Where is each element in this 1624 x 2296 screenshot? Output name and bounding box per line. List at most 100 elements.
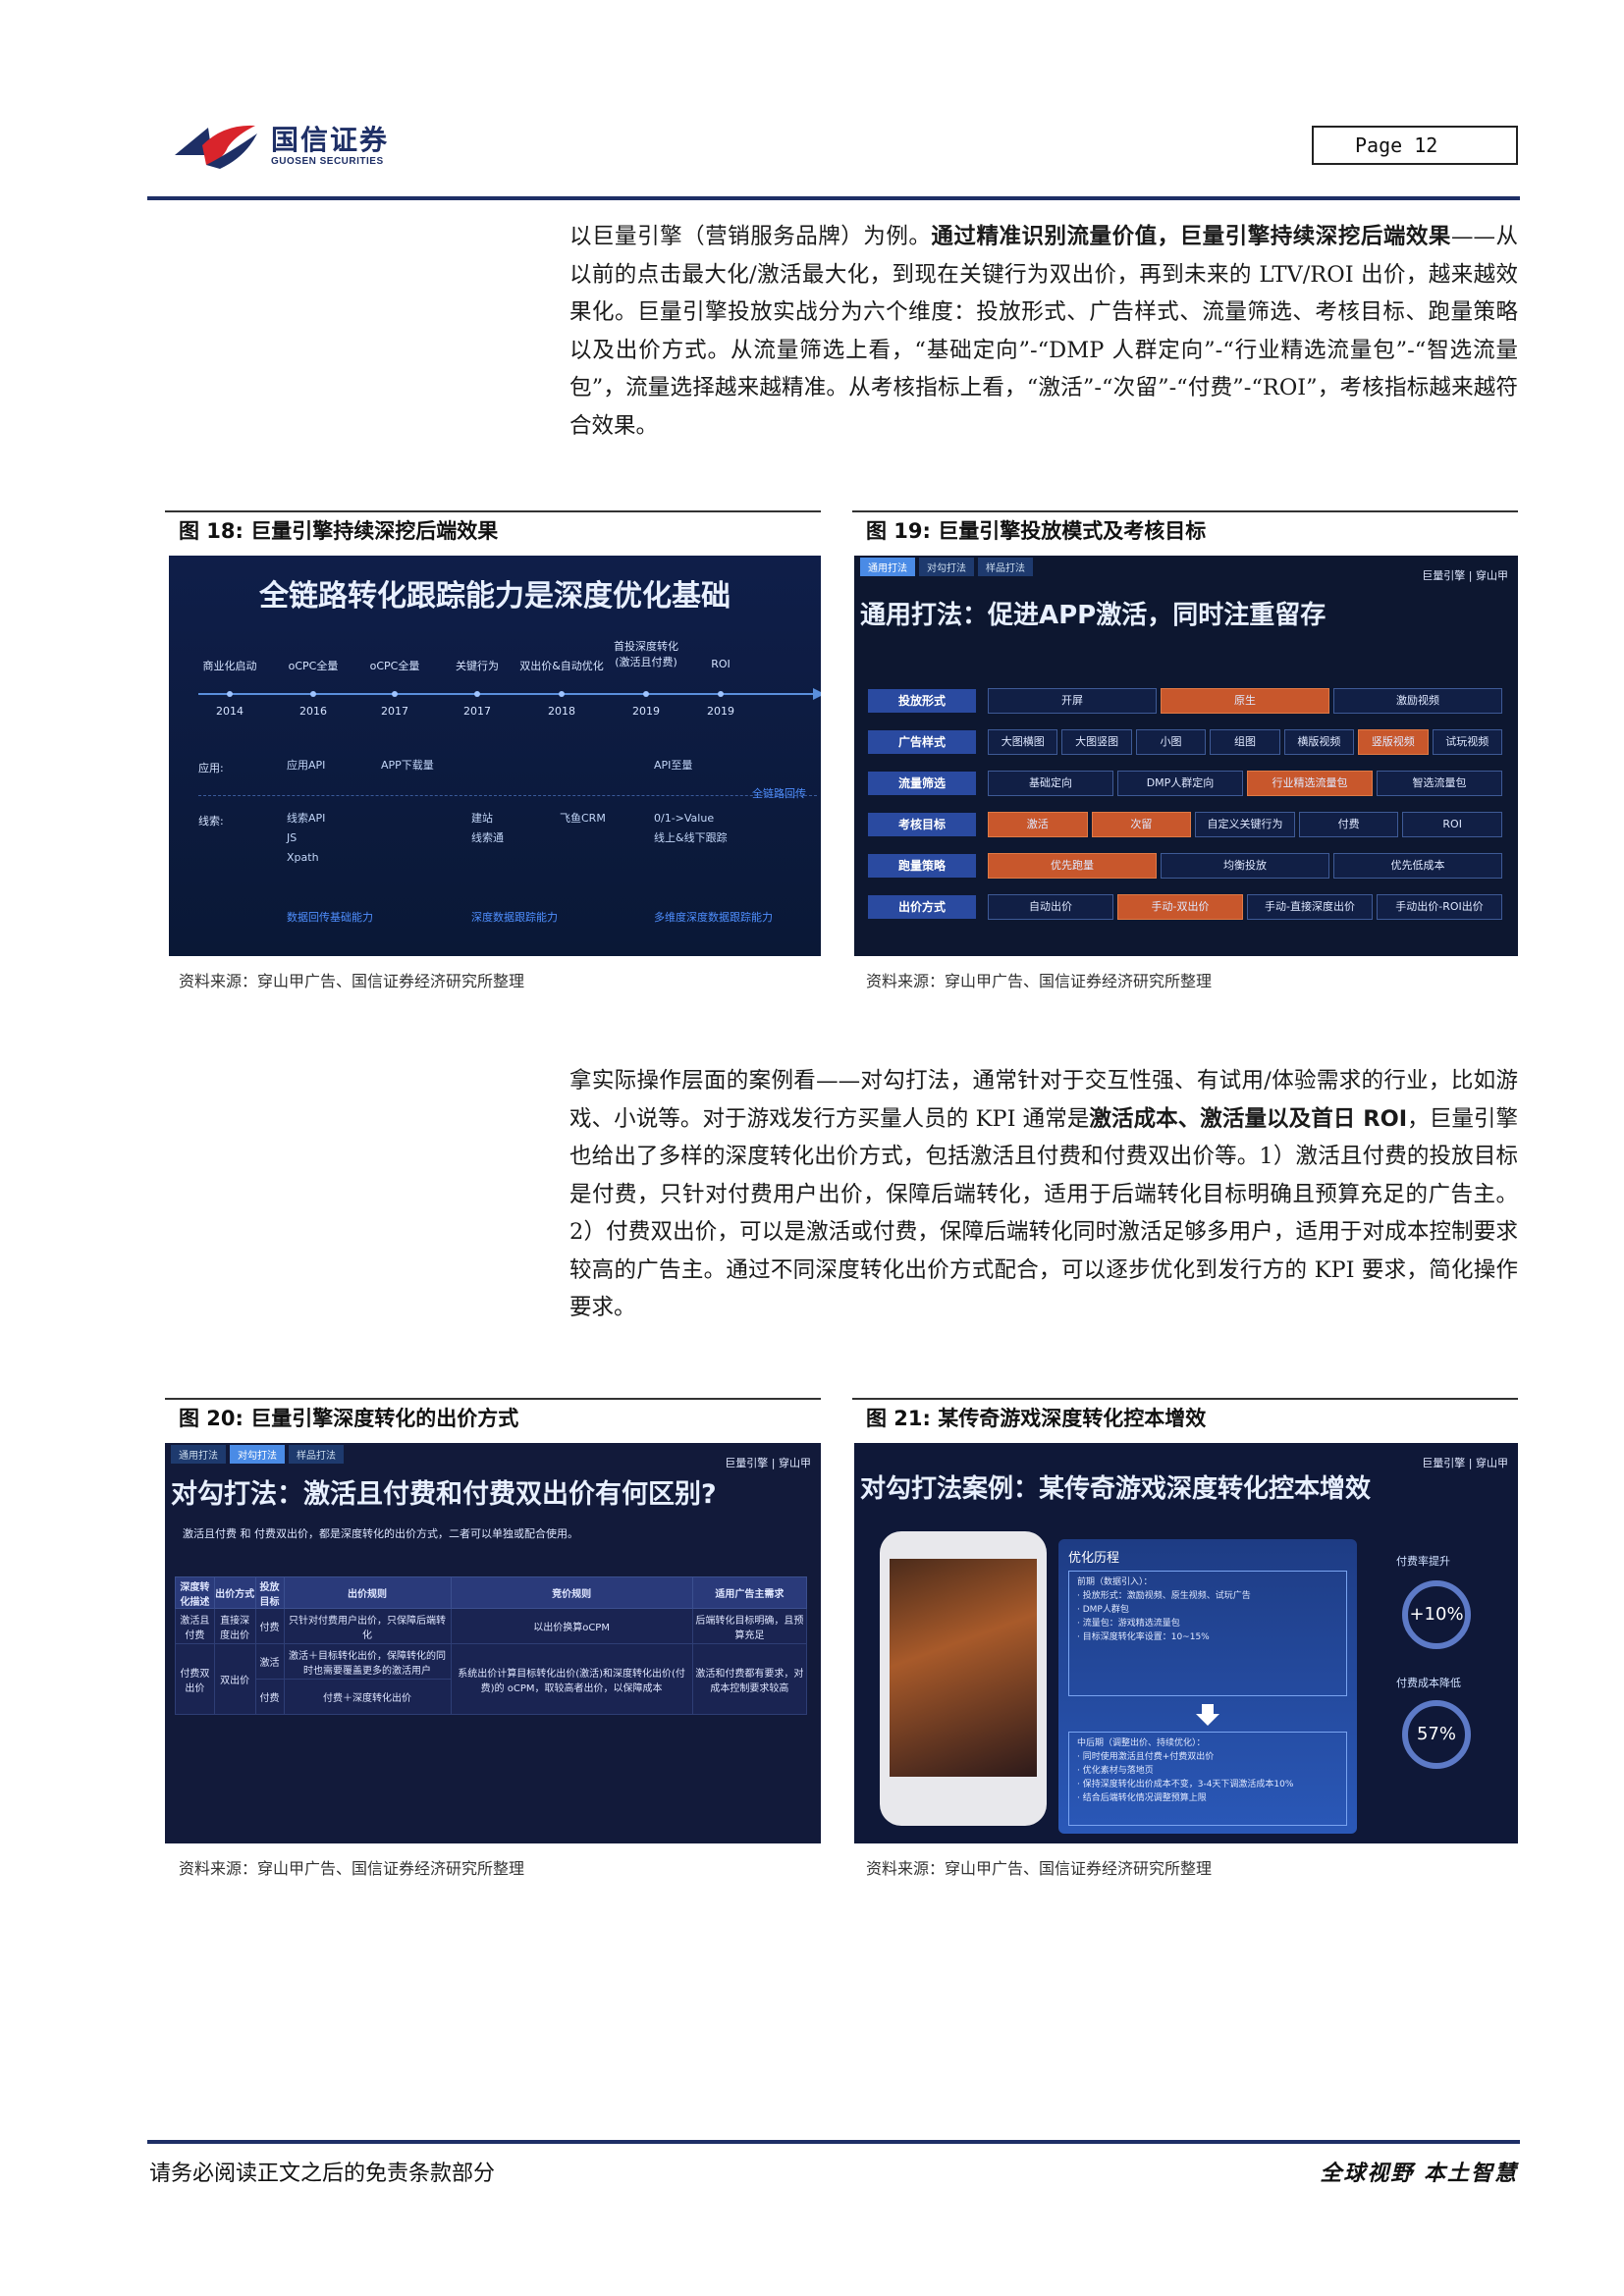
fig19-cell: 优先低成本 xyxy=(1333,853,1502,879)
fig19-cell-selected: 激活 xyxy=(988,812,1088,837)
fig19-cell: 手动出价-ROI出价 xyxy=(1377,894,1502,920)
fig21-title: 图 21: 某传奇游戏深度转化控本增效 xyxy=(866,1407,1207,1430)
fig19-grid: 投放形式 开屏 原生 激励视频 广告样式 大图横图 大图竖图 小图 组图 横版视… xyxy=(868,687,1502,934)
fig18-cell: 应用API xyxy=(287,759,326,772)
fig19-cell: 基础定向 xyxy=(988,771,1113,796)
fig19-row-label: 广告样式 xyxy=(868,730,976,754)
fig20-tab: 通用打法 xyxy=(171,1445,226,1464)
fig20-tab: 对勾打法 xyxy=(230,1445,285,1464)
fig18-node: ROI xyxy=(711,658,731,670)
fig20-image: 通用打法 对勾打法 样品打法 巨量引擎 | 穿山甲 对勾打法：激活且付费和付费双… xyxy=(165,1443,821,1843)
fig19-cell-selected: 原生 xyxy=(1161,688,1329,714)
fig19-source: 资料来源：穿山甲广告、国信证券经济研究所整理 xyxy=(866,972,1213,990)
fig18-slide-title: 全链路转化跟踪能力是深度优化基础 xyxy=(259,579,731,614)
fig20-th: 适用广告主需求 xyxy=(691,1576,808,1609)
fig20-header-row: 深度转化描述 出价方式 投放目标 出价规则 竞价规则 适用广告主需求 xyxy=(175,1576,808,1609)
fig20-brand: 巨量引擎 | 穿山甲 xyxy=(725,1457,811,1469)
fig20-title: 图 20: 巨量引擎深度转化的出价方式 xyxy=(179,1407,519,1430)
fig19-cell-selected: 次留 xyxy=(1091,812,1192,837)
logo-english-name: GUOSEN SECURITIES xyxy=(271,155,384,167)
fig19-row-label: 跑量策略 xyxy=(868,854,976,878)
fig19-row: 出价方式 自动出价 手动-双出价 手动-直接深度出价 手动出价-ROI出价 xyxy=(868,893,1502,921)
fig19-cell: ROI xyxy=(1402,812,1502,837)
fig18-timeline-dot xyxy=(559,691,565,697)
para2-bold: 激活成本、激活量以及首日 ROI xyxy=(1089,1105,1408,1132)
fig20-tabs: 通用打法 对勾打法 样品打法 xyxy=(171,1445,344,1464)
fig20-td: 以出价换算oCPM xyxy=(450,1608,693,1644)
fig21-source: 资料来源：穿山甲广告、国信证券经济研究所整理 xyxy=(866,1859,1213,1878)
fig18-timeline-arrowhead xyxy=(813,688,821,700)
fig20-td: 激活和付费都有要求，对成本控制要求较高 xyxy=(691,1643,808,1715)
fig19-cell: 开屏 xyxy=(988,688,1157,714)
fig18-highlight: 深度数据跟踪能力 xyxy=(471,911,558,924)
fig18-highlight: 全链路回传 xyxy=(752,787,806,800)
guosen-logo-icon xyxy=(175,125,257,169)
fig20-th: 出价方式 xyxy=(213,1576,256,1609)
fig19-row: 投放形式 开屏 原生 激励视频 xyxy=(868,687,1502,715)
header-divider xyxy=(147,196,1520,200)
fig19-cell: 均衡投放 xyxy=(1161,853,1329,879)
fig21-metric2-label: 付费成本降低 xyxy=(1396,1677,1461,1689)
fig20-td: 付费 xyxy=(254,1608,285,1644)
fig21-panel-title: 优化历程 xyxy=(1068,1551,1120,1566)
logo-chinese-name: 国信证券 xyxy=(271,123,390,156)
fig18-node: 关键行为 xyxy=(456,660,499,672)
fig18-highlight: 多维度深度数据跟踪能力 xyxy=(654,911,773,924)
fig18-top-rule xyxy=(165,510,821,512)
fig21-top-rule xyxy=(852,1398,1518,1400)
fig21-brand: 巨量引擎 | 穿山甲 xyxy=(1422,1457,1508,1469)
fig20-th: 深度转化描述 xyxy=(175,1576,215,1609)
fig18-cell: APP下载量 xyxy=(381,759,434,772)
fig19-top-rule xyxy=(852,510,1518,512)
fig18-source: 资料来源：穿山甲广告、国信证券经济研究所整理 xyxy=(179,972,525,990)
page-number: Page 12 xyxy=(1312,126,1518,165)
fig19-cell-selected: 行业精选流量包 xyxy=(1247,771,1373,796)
fig18-row-label: 线索: xyxy=(198,815,224,828)
footer-disclaimer: 请务必阅读正文之后的免责条款部分 xyxy=(149,2162,496,2186)
fig18-year: 2018 xyxy=(548,705,575,718)
fig20-td: 激活＋目标转化出价，保障转化的同时也需要覆盖更多的激活用户 xyxy=(283,1643,452,1680)
fig18-title: 图 18: 巨量引擎持续深挖后端效果 xyxy=(179,519,499,543)
fig20-td: 直接深度出价 xyxy=(213,1608,256,1644)
fig20-td: 只针对付费用户出价，只保障后端转化 xyxy=(283,1608,452,1644)
fig20-slide-title: 对勾打法：激活且付费和付费双出价有何区别? xyxy=(171,1479,717,1510)
para1-bold: 通过精准识别流量价值，巨量引擎持续深挖后端效果 xyxy=(931,224,1451,249)
fig20-source: 资料来源：穿山甲广告、国信证券经济研究所整理 xyxy=(179,1859,525,1878)
fig19-row: 考核目标 激活 次留 自定义关键行为 付费 ROI xyxy=(868,811,1502,838)
fig19-cell: 大图横图 xyxy=(988,729,1058,755)
fig19-cell: 手动-直接深度出价 xyxy=(1247,894,1373,920)
fig19-cell-selected: 手动-双出价 xyxy=(1117,894,1243,920)
fig18-cell: 0/1->Value 线上&线下跟踪 xyxy=(654,812,728,844)
fig19-title: 图 19: 巨量引擎投放模式及考核目标 xyxy=(866,519,1207,543)
fig18-divider xyxy=(198,795,817,796)
fig18-cell: 建站 线索通 xyxy=(471,812,504,844)
fig21-box-late: 中后期（调整出价、持续优化）： · 同时使用激活且付费+付费双出价 · 优化素材… xyxy=(1068,1732,1347,1826)
fig18-timeline-dot xyxy=(718,691,724,697)
fig20-td: 激活 xyxy=(254,1643,285,1680)
fig19-cell-selected: 竖版视频 xyxy=(1358,729,1429,755)
fig20-td: 后端转化目标明确，且预算充足 xyxy=(691,1608,808,1644)
fig18-cell: API至量 xyxy=(654,759,693,772)
fig20-tab: 样品打法 xyxy=(289,1445,344,1464)
body-paragraph-2: 拿实际操作层面的案例看——对勾打法，通常针对于交互性强、有试用/体验需求的行业，… xyxy=(569,1062,1518,1327)
fig20-top-rule xyxy=(165,1398,821,1400)
para1-text-b: ——从以前的点击最大化/激活最大化，到现在关键行为双出价，再到未来的 LTV/R… xyxy=(569,224,1518,439)
fig18-highlight: 数据回传基础能力 xyxy=(287,911,373,924)
fig20-th: 竞价规则 xyxy=(450,1576,693,1609)
fig20-row: 激活且付费 直接深度出价 付费 只针对付费用户出价，只保障后端转化 以出价换算o… xyxy=(175,1608,808,1644)
fig19-row: 广告样式 大图横图 大图竖图 小图 组图 横版视频 竖版视频 试玩视频 xyxy=(868,728,1502,756)
fig18-timeline-axis xyxy=(198,693,817,695)
fig20-row: 付费双出价 双出价 激活 激活＋目标转化出价，保障转化的同时也需要覆盖更多的激活… xyxy=(175,1643,808,1715)
fig21-image: 巨量引擎 | 穿山甲 对勾打法案例：某传奇游戏深度转化控本增效 优化历程 前期（… xyxy=(854,1443,1518,1843)
fig20-td: 付费 xyxy=(254,1679,285,1715)
fig18-timeline-dot xyxy=(310,691,316,697)
fig20-td: 系统出价计算目标转化出价(激活)和深度转化出价(付费)的 oCPM，取较高者出价… xyxy=(450,1643,693,1715)
fig20-subtitle: 激活且付费 和 付费双出价，都是深度转化的出价方式，二者可以单独或配合使用。 xyxy=(183,1527,578,1540)
fig18-cell: 线索API JS Xpath xyxy=(287,812,326,864)
fig21-metric1-label: 付费率提升 xyxy=(1396,1555,1450,1568)
footer-divider xyxy=(147,2140,1520,2144)
fig19-slide-title: 通用打法：促进APP激活，同时注重留存 xyxy=(860,601,1326,630)
fig18-timeline-dot xyxy=(227,691,233,697)
fig19-image: 通用打法 对勾打法 样品打法 巨量引擎 | 穿山甲 通用打法：促进APP激活，同… xyxy=(854,556,1518,956)
fig19-cell: 激励视频 xyxy=(1333,688,1502,714)
